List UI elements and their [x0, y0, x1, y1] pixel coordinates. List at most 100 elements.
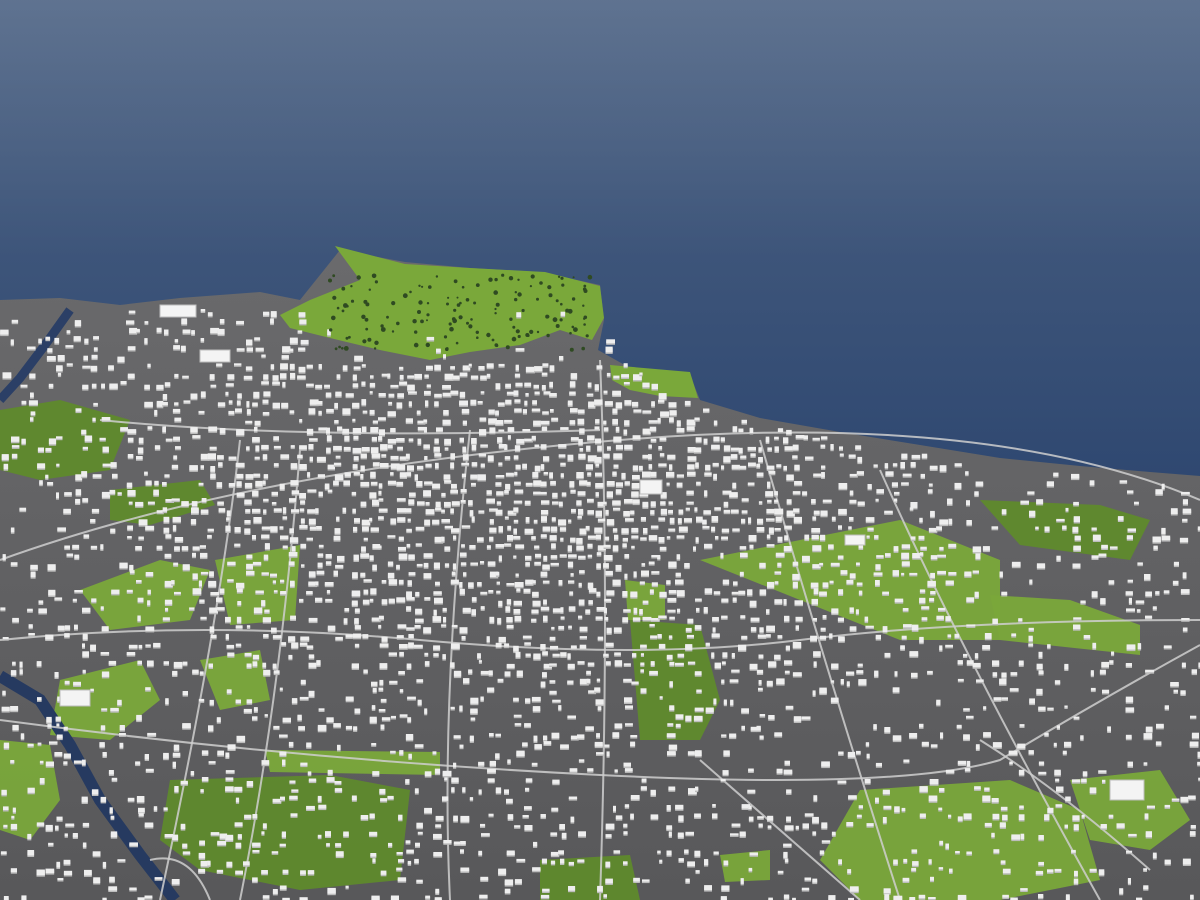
building: [805, 456, 814, 460]
building: [225, 391, 229, 396]
building: [549, 663, 557, 666]
building: [966, 520, 972, 525]
building: [154, 445, 161, 450]
building: [327, 625, 336, 631]
building: [459, 582, 463, 588]
building: [360, 474, 364, 479]
building: [82, 669, 86, 673]
building: [578, 582, 582, 587]
building: [396, 464, 406, 470]
building: [525, 778, 533, 782]
building: [568, 625, 572, 629]
building: [551, 517, 556, 521]
building: [749, 852, 758, 856]
building: [235, 408, 242, 413]
building: [334, 788, 343, 792]
building: [729, 492, 738, 498]
building: [478, 789, 482, 794]
building: [542, 672, 547, 677]
building: [552, 699, 561, 702]
building: [450, 579, 459, 584]
building: [236, 400, 241, 405]
building: [263, 391, 271, 396]
building: [812, 545, 822, 551]
building: [1125, 696, 1134, 703]
building: [1044, 814, 1050, 820]
building: [262, 617, 271, 623]
building: [441, 624, 447, 627]
building: [722, 770, 729, 775]
building: [587, 543, 593, 548]
building: [1144, 574, 1151, 580]
building: [666, 825, 673, 830]
building: [1062, 750, 1067, 754]
building: [236, 616, 242, 623]
building: [244, 652, 252, 656]
building: [882, 626, 888, 632]
building: [73, 760, 82, 763]
building: [82, 633, 88, 640]
building: [999, 822, 1006, 828]
building: [1047, 644, 1051, 648]
building: [433, 852, 443, 857]
building: [444, 563, 450, 567]
building: [182, 723, 191, 729]
building: [1136, 609, 1141, 612]
building: [963, 813, 972, 820]
building: [875, 564, 881, 570]
building: [972, 662, 981, 668]
building: [1011, 561, 1021, 567]
building: [424, 652, 429, 656]
building: [300, 518, 305, 524]
building: [93, 347, 98, 351]
building: [1102, 779, 1106, 783]
building: [434, 364, 441, 370]
building: [686, 419, 696, 426]
building: [678, 526, 688, 532]
building: [236, 492, 245, 497]
building: [10, 339, 14, 345]
building: [514, 471, 518, 475]
building: [244, 814, 252, 819]
building: [181, 318, 188, 325]
building: [408, 572, 416, 575]
building: [594, 687, 601, 692]
building: [219, 319, 225, 324]
building: [603, 390, 608, 394]
building: [289, 528, 294, 533]
building: [281, 642, 287, 646]
building: [901, 482, 909, 485]
building: [352, 447, 362, 453]
building: [570, 373, 578, 379]
building: [462, 607, 471, 613]
building: [966, 500, 970, 505]
building: [407, 717, 412, 722]
building: [777, 536, 783, 542]
building: [342, 507, 347, 513]
building: [522, 815, 529, 818]
building: [171, 464, 179, 469]
building: [432, 519, 440, 524]
building: [335, 636, 343, 640]
building: [495, 753, 500, 759]
building: [666, 733, 676, 738]
building: [252, 654, 260, 659]
building: [515, 573, 519, 577]
building: [334, 474, 344, 481]
building: [299, 696, 309, 700]
building: [802, 491, 808, 495]
building: [623, 831, 628, 835]
building: [444, 480, 452, 483]
building: [828, 544, 834, 549]
building: [435, 462, 439, 469]
building: [424, 771, 432, 777]
building: [306, 805, 315, 810]
building: [435, 824, 442, 827]
building: [444, 373, 454, 380]
building: [246, 446, 250, 450]
building: [1036, 499, 1044, 504]
building: [604, 598, 612, 602]
building: [768, 661, 777, 667]
building: [119, 733, 126, 736]
building: [451, 787, 455, 792]
